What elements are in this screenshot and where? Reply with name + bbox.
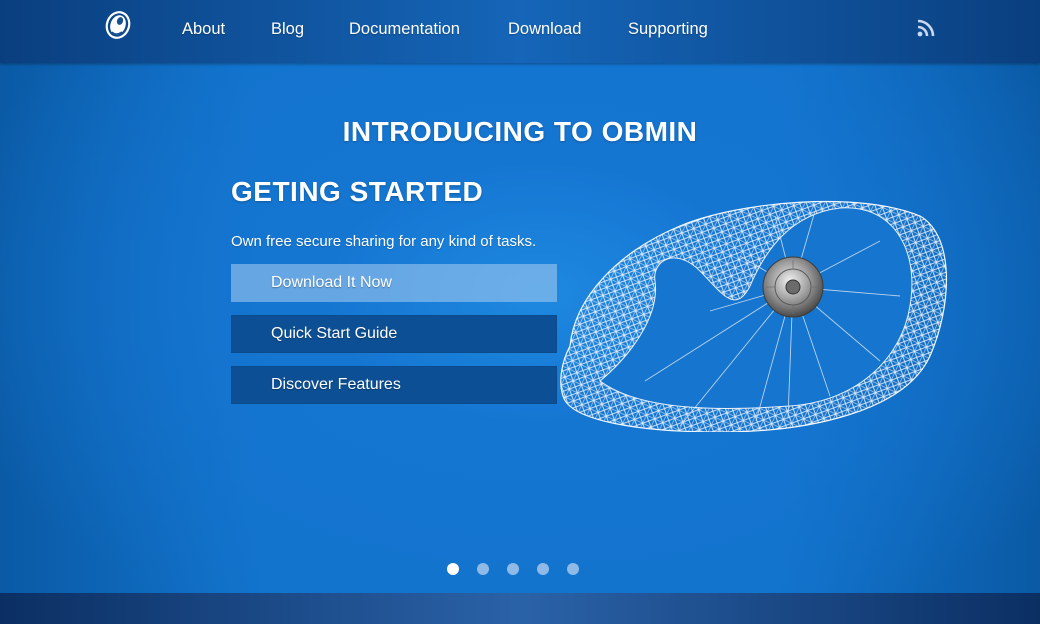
carousel-dot-4[interactable] (537, 563, 549, 575)
discover-features-button[interactable]: Discover Features (231, 366, 557, 404)
bottom-strip (0, 593, 1040, 624)
nav-link-download[interactable]: Download (508, 19, 628, 41)
obmin-logo-icon[interactable] (104, 10, 132, 40)
slide-heading: GETING STARTED (231, 176, 484, 207)
carousel-pagination (447, 563, 579, 575)
nav-link-supporting[interactable]: Supporting (628, 19, 728, 41)
carousel-dot-5[interactable] (567, 563, 579, 575)
carousel-dot-2[interactable] (477, 563, 489, 575)
nav-link-documentation[interactable]: Documentation (349, 19, 508, 41)
slide-description: Own free secure sharing for any kind of … (231, 233, 537, 250)
wireframe-wheel-illustration (560, 200, 948, 432)
carousel-dot-1[interactable] (447, 563, 459, 575)
quick-start-guide-button[interactable]: Quick Start Guide (231, 315, 557, 353)
download-it-now-button[interactable]: Download It Now (231, 264, 557, 302)
rss-icon[interactable] (917, 19, 935, 37)
carousel-dot-3[interactable] (507, 563, 519, 575)
top-navigation-bar: About Blog Documentation Download Suppor… (0, 0, 1040, 63)
hero-title: INTRODUCING TO OBMIN (342, 116, 698, 147)
main-nav: About Blog Documentation Download Suppor… (182, 19, 728, 41)
hero-banner: INTRODUCING TO OBMIN GETING STARTED Own … (0, 63, 1040, 593)
nav-link-blog[interactable]: Blog (271, 19, 349, 41)
nav-link-about[interactable]: About (182, 19, 271, 41)
